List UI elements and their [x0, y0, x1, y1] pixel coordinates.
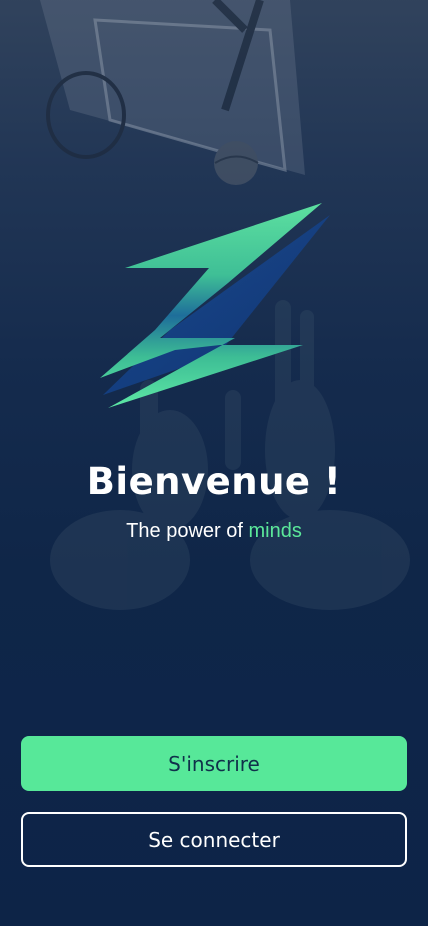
welcome-title: Bienvenue !: [86, 460, 342, 503]
tagline: The power of minds: [0, 520, 428, 543]
login-button-label: Se connecter: [148, 827, 280, 852]
lightning-z-logo-icon: [100, 203, 330, 408]
signup-button-label: S'inscrire: [168, 751, 260, 776]
login-button[interactable]: Se connecter: [21, 812, 407, 867]
tagline-prefix: The power of: [126, 520, 249, 542]
tagline-accent: minds: [248, 520, 302, 542]
signup-button[interactable]: S'inscrire: [21, 736, 407, 791]
